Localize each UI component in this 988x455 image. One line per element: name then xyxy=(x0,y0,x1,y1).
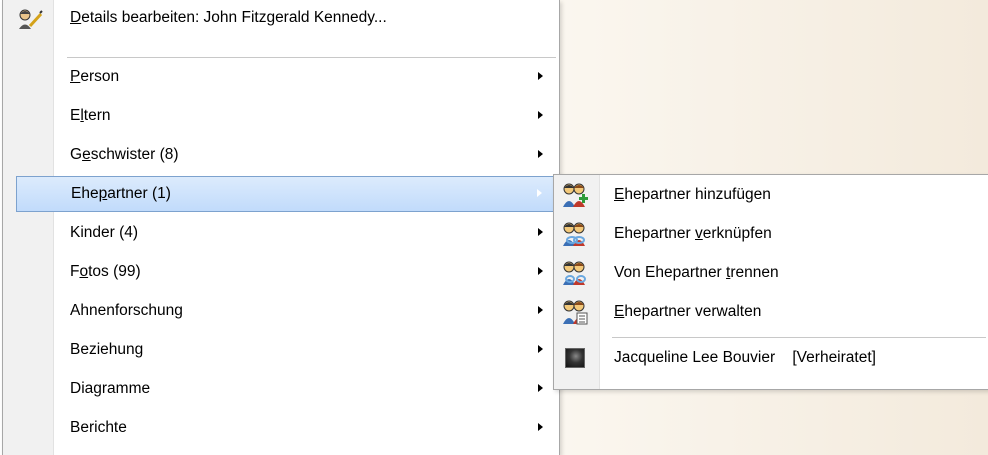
submenu-item-add-spouse[interactable]: Ehepartner hinzufügen xyxy=(554,177,988,213)
submenu-separator xyxy=(612,337,986,338)
menu-separator xyxy=(67,57,556,58)
submenu-item-link-spouse[interactable]: Ehepartner verknüpfen xyxy=(554,216,988,252)
menu-item-berichte[interactable]: Berichte xyxy=(3,410,559,446)
submenu-arrow-icon xyxy=(538,267,543,275)
spouse-submenu: Ehepartner hinzufügen Ehepartner verknüp… xyxy=(553,174,988,390)
submenu-item-manage-spouses[interactable]: Ehepartner verwalten xyxy=(554,294,988,330)
menu-item-eltern[interactable]: Eltern xyxy=(3,98,559,134)
submenu-arrow-icon xyxy=(538,345,543,353)
unlink-spouse-icon xyxy=(563,261,586,285)
menu-item-kinder[interactable]: Kinder (4) xyxy=(3,215,559,251)
menu-item-ahnenforschung[interactable]: Ahnenforschung xyxy=(3,293,559,329)
menu-item-beziehung[interactable]: Beziehung xyxy=(3,332,559,368)
menu-item-geschwister[interactable]: Geschwister (8) xyxy=(3,137,559,173)
submenu-arrow-icon xyxy=(537,189,542,197)
edit-person-icon xyxy=(19,9,43,29)
menu-item-fotos[interactable]: Fotos (99) xyxy=(3,254,559,290)
submenu-arrow-icon xyxy=(538,72,543,80)
submenu-arrow-icon xyxy=(538,111,543,119)
menu-item-person[interactable]: Person xyxy=(3,59,559,95)
spouse-status: [Verheiratet] xyxy=(792,349,876,366)
menu-item-diagramme[interactable]: Diagramme xyxy=(3,371,559,407)
context-menu: Details bearbeiten: John Fitzgerald Kenn… xyxy=(2,0,560,455)
menu-item-edit-details[interactable]: Details bearbeiten: John Fitzgerald Kenn… xyxy=(3,0,559,36)
submenu-arrow-icon xyxy=(538,384,543,392)
submenu-arrow-icon xyxy=(538,423,543,431)
submenu-item-spouse-jacqueline[interactable]: Jacqueline Lee Bouvier [Verheiratet] xyxy=(554,340,988,376)
manage-spouses-icon xyxy=(563,300,588,325)
person-photo-icon xyxy=(565,348,585,368)
menu-item-ehepartner[interactable]: Ehepartner (1) xyxy=(16,176,557,212)
link-spouse-icon xyxy=(563,222,585,246)
submenu-arrow-icon xyxy=(538,306,543,314)
spouse-name: Jacqueline Lee Bouvier xyxy=(614,349,776,366)
submenu-arrow-icon xyxy=(538,228,543,236)
add-spouse-icon xyxy=(563,183,588,207)
submenu-arrow-icon xyxy=(538,150,543,158)
submenu-item-separate-spouse[interactable]: Von Ehepartner trennen xyxy=(554,255,988,291)
